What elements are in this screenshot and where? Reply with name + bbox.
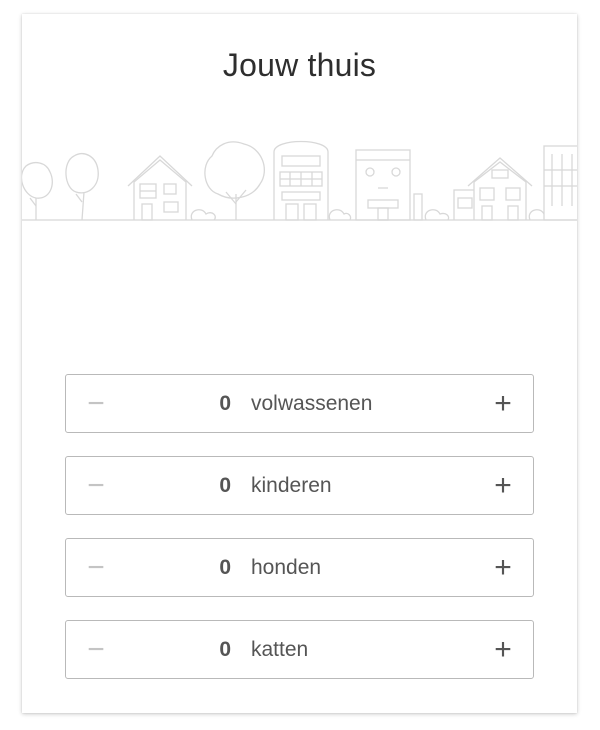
- adults-label: volwassenen: [251, 392, 373, 415]
- cats-label: katten: [251, 638, 309, 661]
- children-increment-button[interactable]: +: [473, 457, 533, 514]
- house-icon: [127, 155, 193, 221]
- home-card: Jouw thuis − 0 volwassenen + − 0 kindere…: [22, 14, 577, 713]
- dogs-label: honden: [251, 556, 322, 579]
- cats-count: 0: [219, 638, 231, 661]
- dogs-increment-button[interactable]: +: [473, 539, 533, 596]
- house-icon: [453, 157, 533, 221]
- children-stepper: − 0 kinderen +: [65, 456, 534, 515]
- adults-stepper: − 0 volwassenen +: [65, 374, 534, 433]
- dogs-decrement-button[interactable]: −: [66, 539, 126, 596]
- page-title: Jouw thuis: [222, 47, 377, 83]
- building-icon: [273, 140, 329, 221]
- children-count: 0: [219, 474, 231, 497]
- tree-icon: [65, 153, 99, 221]
- tree-icon: [204, 141, 265, 220]
- adults-decrement-button[interactable]: −: [66, 375, 126, 432]
- dogs-stepper: − 0 honden +: [65, 538, 534, 597]
- household-counters: − 0 volwassenen + − 0 kinderen + − 0 hon…: [65, 374, 534, 702]
- children-decrement-button[interactable]: −: [66, 457, 126, 514]
- street-illustration: [22, 126, 577, 226]
- cats-decrement-button[interactable]: −: [66, 621, 126, 678]
- adults-increment-button[interactable]: +: [473, 375, 533, 432]
- children-label: kinderen: [251, 474, 332, 497]
- dogs-count: 0: [219, 556, 231, 579]
- tree-icon: [22, 161, 53, 220]
- cats-stepper: − 0 katten +: [65, 620, 534, 679]
- adults-count: 0: [219, 392, 231, 415]
- cats-increment-button[interactable]: +: [473, 621, 533, 678]
- building-icon: [355, 149, 423, 221]
- building-icon: [543, 145, 577, 221]
